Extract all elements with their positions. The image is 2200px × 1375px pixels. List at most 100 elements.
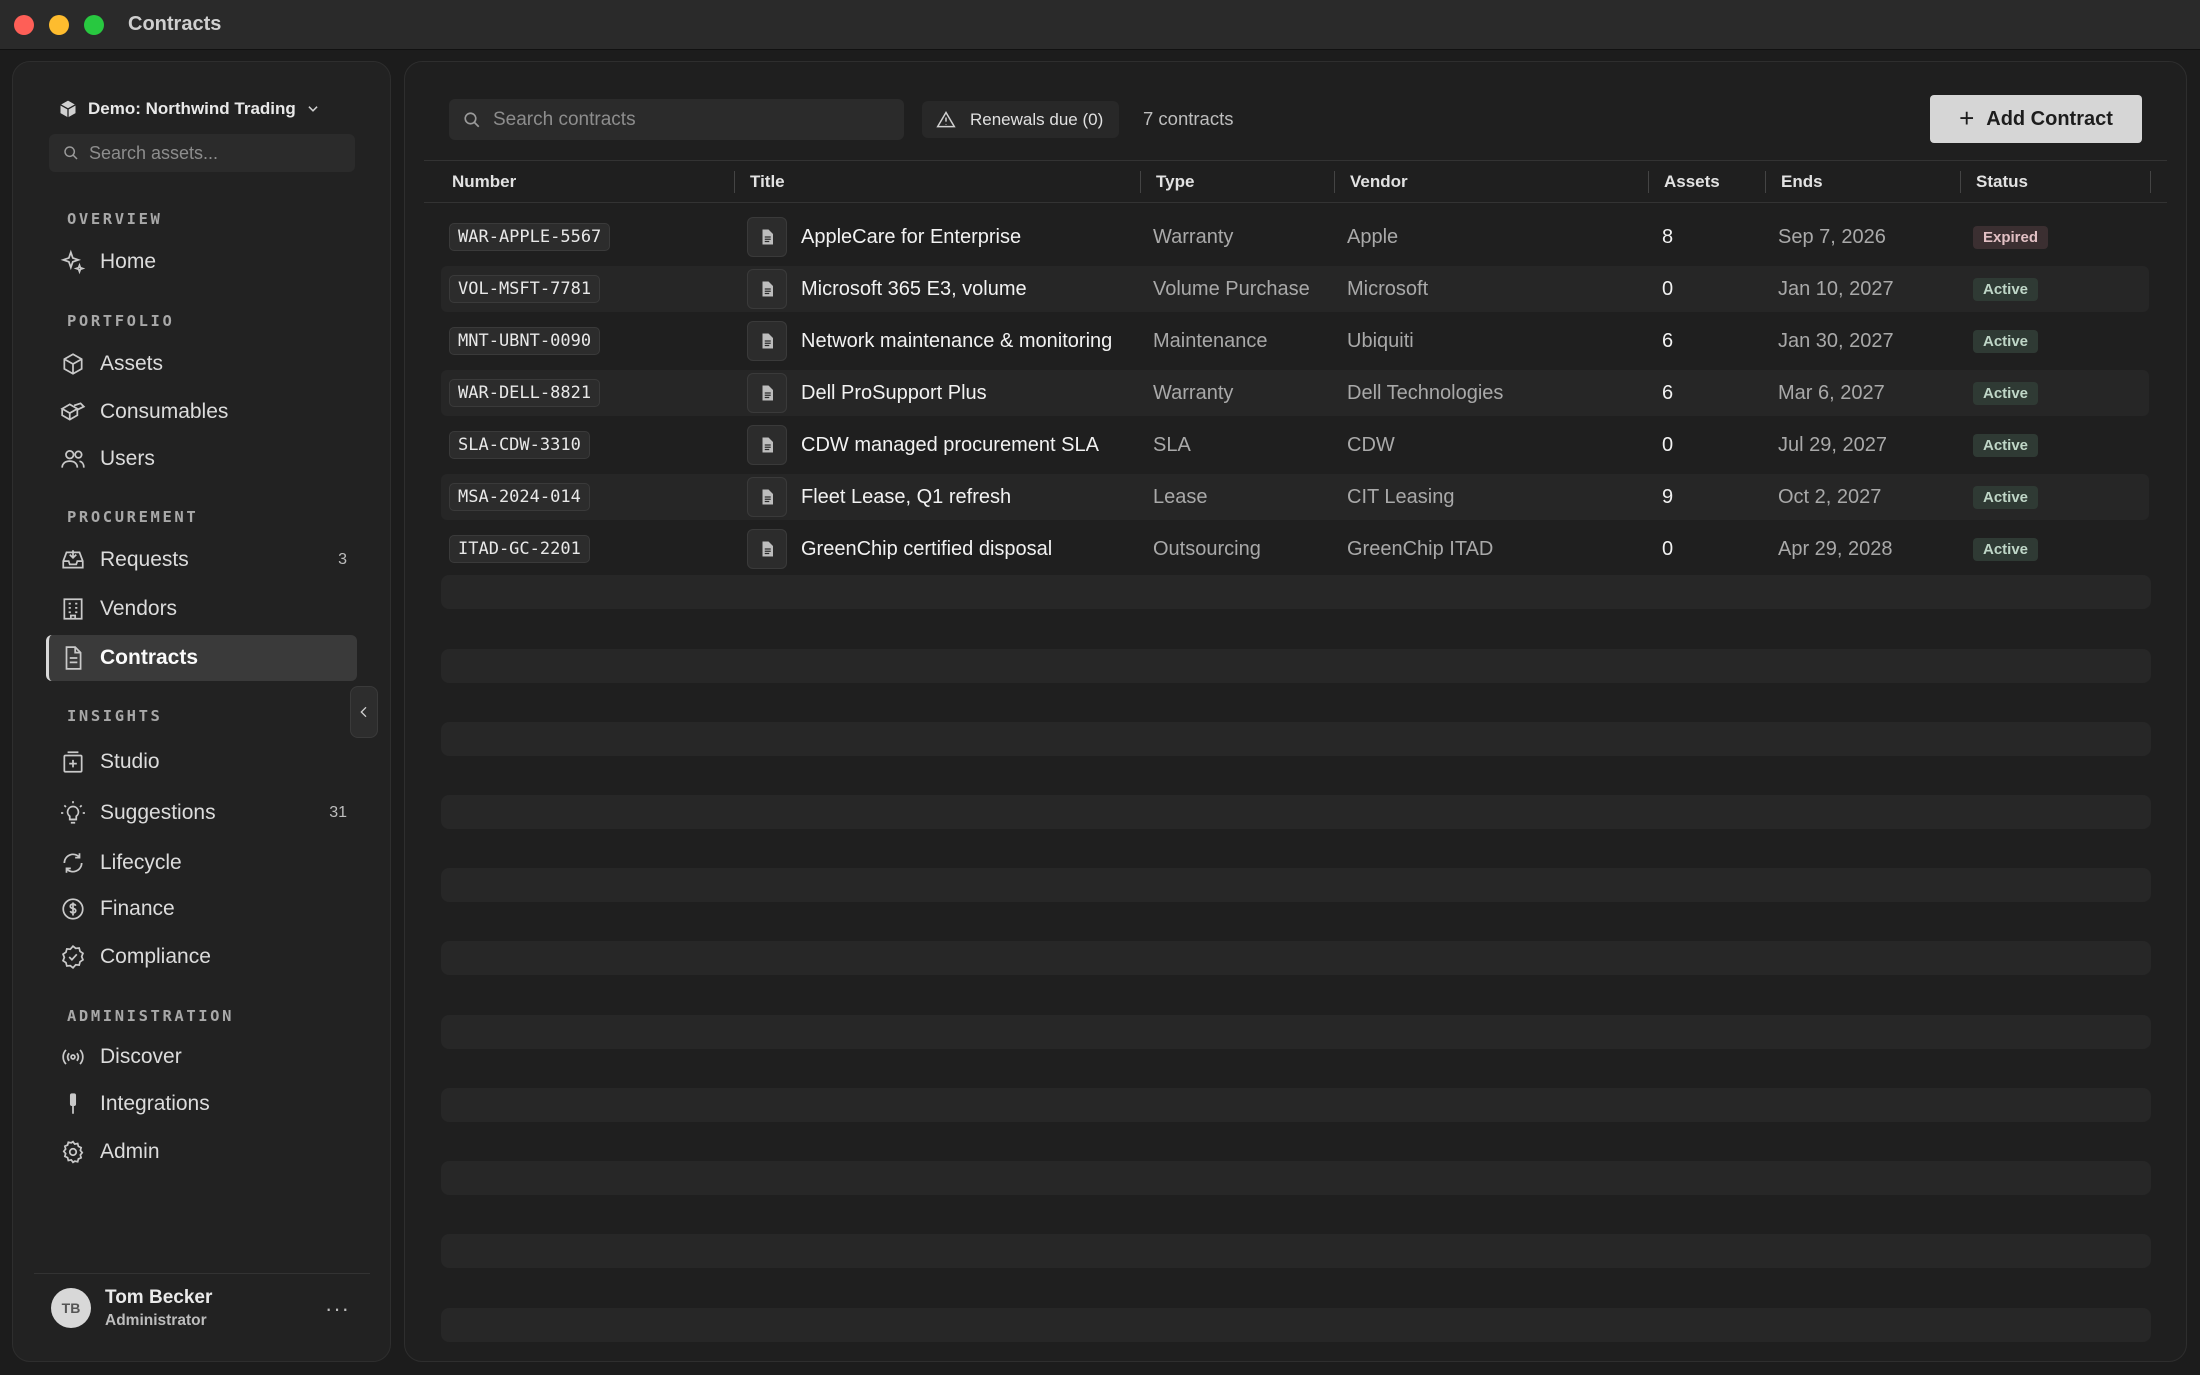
add-contract-button[interactable]: + Add Contract (1930, 95, 2142, 143)
sidebar-item-requests[interactable]: Requests 3 (46, 537, 357, 583)
number-cell: VOL-MSFT-7781 (449, 266, 601, 312)
status-cell: Active (1973, 474, 2039, 520)
empty-row-placeholder (441, 1015, 2151, 1049)
column-divider[interactable] (1648, 171, 1649, 193)
column-divider[interactable] (1334, 171, 1335, 193)
contract-type: Outsourcing (1153, 537, 1261, 560)
contract-type: Lease (1153, 485, 1208, 508)
table-row[interactable]: ITAD-GC-2201 GreenChip certified disposal… (441, 526, 2149, 572)
sidebar-item-label: Assets (100, 352, 164, 375)
avatar[interactable]: TB (51, 1288, 91, 1328)
contract-number[interactable]: MNT-UBNT-0090 (449, 327, 601, 355)
column-header-vendor[interactable]: Vendor (1350, 161, 1408, 202)
sidebar-item-vendors[interactable]: Vendors (46, 586, 357, 632)
document-icon (56, 641, 90, 675)
contract-title[interactable]: Microsoft 365 E3, volume (801, 278, 1027, 301)
document-icon (747, 529, 787, 569)
contract-end-date: Jul 29, 2027 (1778, 433, 1887, 456)
gear-icon (56, 1135, 90, 1169)
close-window-button[interactable] (14, 15, 34, 35)
sidebar-item-compliance[interactable]: Compliance (46, 934, 357, 980)
contract-title[interactable]: GreenChip certified disposal (801, 538, 1052, 561)
contract-title[interactable]: Network maintenance & monitoring (801, 330, 1112, 353)
sidebar-item-studio[interactable]: Studio (46, 739, 357, 785)
column-divider[interactable] (1140, 171, 1141, 193)
empty-row-placeholder (441, 1088, 2151, 1122)
table-row[interactable]: WAR-DELL-8821 Dell ProSupport Plus Warrant… (441, 370, 2149, 416)
minimize-window-button[interactable] (49, 15, 69, 35)
table-row[interactable]: WAR-APPLE-5567 AppleCare for Enterprise Wa… (441, 214, 2149, 260)
sidebar-item-label: Discover (100, 1045, 182, 1068)
contract-type: Warranty (1153, 225, 1234, 248)
sidebar-item-label: Vendors (100, 597, 178, 620)
table-row[interactable]: SLA-CDW-3310 CDW managed procurement SLA S… (441, 422, 2149, 468)
status-badge: Expired (1973, 225, 2049, 249)
table-row[interactable]: VOL-MSFT-7781 Microsoft 365 E3, volume Vol… (441, 266, 2149, 312)
contract-search-input[interactable] (493, 108, 883, 131)
sidebar-item-contracts[interactable]: Contracts (46, 635, 357, 681)
renewals-due-filter[interactable]: Renewals due (0) (922, 101, 1120, 138)
column-header-number[interactable]: Number (452, 161, 516, 202)
user-menu-button[interactable]: ··· (325, 1296, 350, 1322)
column-divider[interactable] (734, 171, 735, 193)
contract-title[interactable]: Dell ProSupport Plus (801, 382, 987, 405)
contract-number[interactable]: VOL-MSFT-7781 (449, 275, 601, 303)
section-label-procurement: PROCUREMENT (67, 508, 199, 526)
status-badge: Active (1973, 381, 2039, 405)
column-header-title[interactable]: Title (750, 161, 785, 202)
plug-icon (56, 1087, 90, 1121)
sidebar-item-assets[interactable]: Assets (46, 341, 357, 387)
sidebar-item-discover[interactable]: Discover (46, 1034, 357, 1080)
title-cell: AppleCare for Enterprise (747, 214, 1021, 260)
workspace-switcher[interactable]: Demo: Northwind Trading (58, 96, 320, 122)
column-header-assets[interactable]: Assets (1664, 161, 1720, 202)
collapse-sidebar-button[interactable] (350, 686, 378, 738)
dollar-circle-icon (56, 892, 90, 926)
sidebar-item-finance[interactable]: Finance (46, 886, 357, 932)
table-row[interactable]: MSA-2024-014 Fleet Lease, Q1 refresh Lease… (441, 474, 2149, 520)
contract-title[interactable]: Fleet Lease, Q1 refresh (801, 486, 1011, 509)
sidebar-item-home[interactable]: Home (46, 239, 357, 285)
sidebar-search-input[interactable] (89, 142, 339, 164)
user-name: Tom Becker (105, 1287, 213, 1308)
contract-number[interactable]: SLA-CDW-3310 (449, 431, 590, 459)
empty-row-placeholder (441, 941, 2151, 975)
studio-icon (56, 745, 90, 779)
contract-number[interactable]: WAR-DELL-8821 (449, 379, 601, 407)
contract-asset-count: 8 (1662, 225, 1674, 248)
sidebar-item-admin[interactable]: Admin (46, 1129, 357, 1175)
sidebar-item-integrations[interactable]: Integrations (46, 1081, 357, 1127)
column-divider[interactable] (1765, 171, 1766, 193)
sidebar-item-lifecycle[interactable]: Lifecycle (46, 840, 357, 886)
empty-row-placeholder (441, 795, 2151, 829)
sidebar-item-label: Lifecycle (100, 851, 182, 874)
sidebar-item-users[interactable]: Users (46, 436, 357, 482)
column-header-ends[interactable]: Ends (1781, 161, 1823, 202)
badge-check-icon (56, 940, 90, 974)
sidebar-item-label: Studio (100, 750, 160, 773)
status-badge: Active (1973, 433, 2039, 457)
sidebar-search[interactable] (49, 134, 355, 172)
contract-search[interactable] (449, 99, 904, 140)
zoom-window-button[interactable] (84, 15, 104, 35)
sidebar-item-consumables[interactable]: Consumables (46, 389, 357, 435)
contract-number[interactable]: WAR-APPLE-5567 (449, 223, 611, 251)
lightbulb-icon (56, 796, 90, 830)
document-icon (747, 321, 787, 361)
contract-number[interactable]: MSA-2024-014 (449, 483, 590, 511)
contract-end-date: Jan 30, 2027 (1778, 329, 1894, 352)
contract-title[interactable]: AppleCare for Enterprise (801, 226, 1021, 249)
number-cell: MNT-UBNT-0090 (449, 318, 601, 364)
table-row[interactable]: MNT-UBNT-0090 Network maintenance & monit… (441, 318, 2149, 364)
contract-end-date: Sep 7, 2026 (1778, 225, 1886, 248)
column-header-status[interactable]: Status (1976, 161, 2028, 202)
column-header-type[interactable]: Type (1156, 161, 1194, 202)
empty-row-placeholder (441, 868, 2151, 902)
title-cell: Network maintenance & monitoring (747, 318, 1112, 364)
contract-title[interactable]: CDW managed procurement SLA (801, 434, 1099, 457)
contract-number[interactable]: ITAD-GC-2201 (449, 535, 590, 563)
column-divider[interactable] (2150, 171, 2151, 193)
sidebar-item-suggestions[interactable]: Suggestions 31 (46, 790, 357, 836)
column-divider[interactable] (1960, 171, 1961, 193)
status-badge: Active (1973, 277, 2039, 301)
